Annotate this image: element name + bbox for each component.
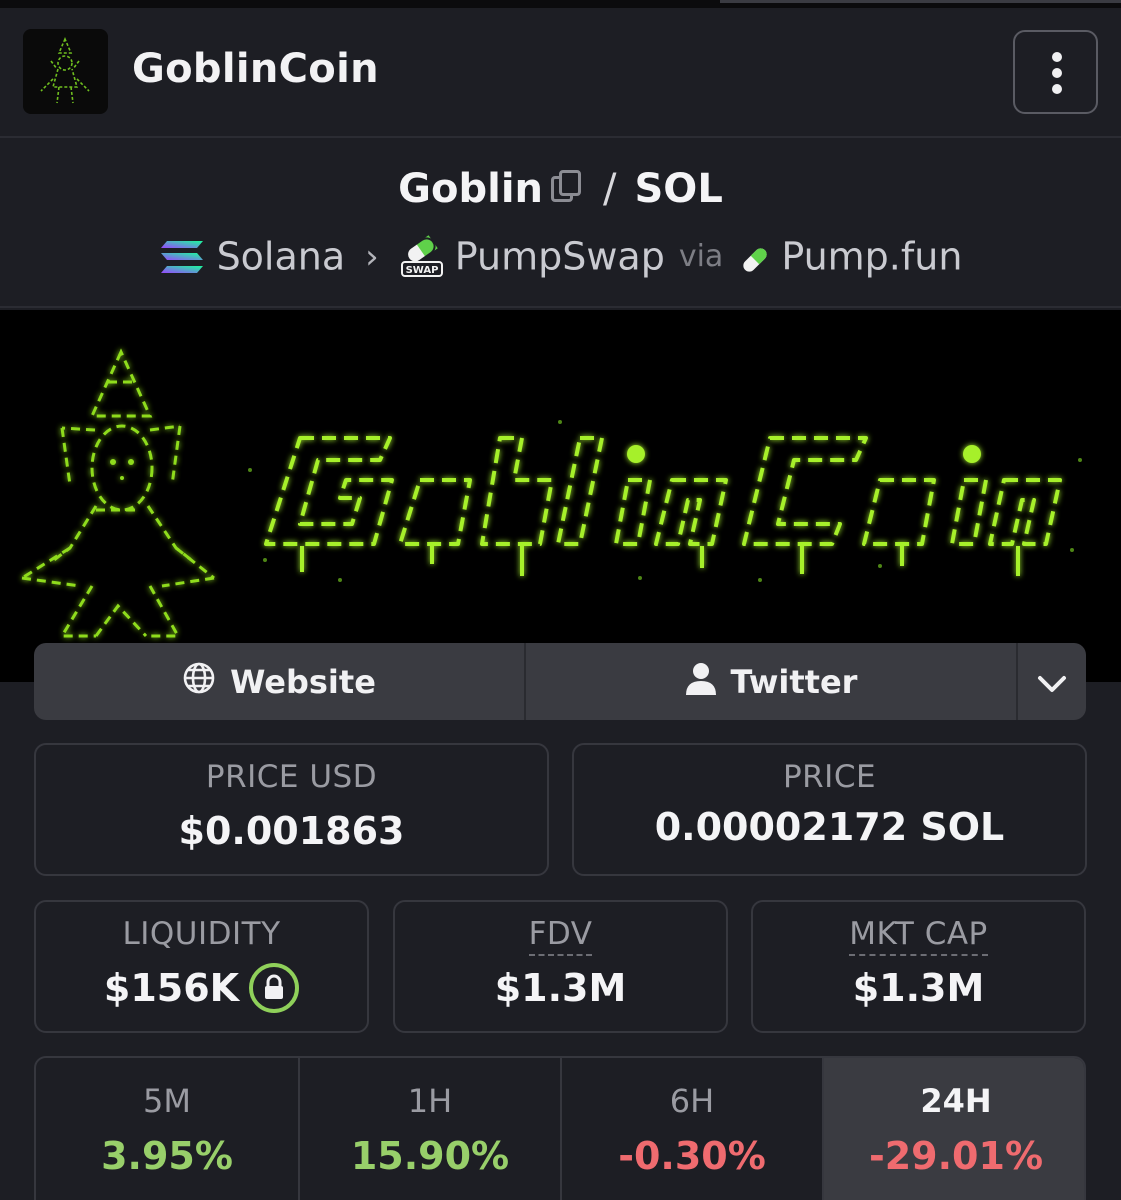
- price-usd-value: $0.001863: [178, 809, 405, 853]
- kebab-menu-icon: [1052, 52, 1062, 62]
- pair-info: Goblin / SOL Solana › SWAP PumpSwap via: [0, 140, 1121, 308]
- launchpad-link[interactable]: Pump.fun: [781, 235, 962, 279]
- price-usd-card: PRICE USD $0.001863: [34, 743, 549, 876]
- copy-icon[interactable]: [551, 170, 582, 204]
- mkt-cap-card[interactable]: MKT CAP $1.3M: [751, 900, 1086, 1033]
- fdv-label: FDV: [528, 916, 593, 956]
- price-change-tabs: 5M 3.95% 1H 15.90% 6H -0.30% 24H -29.01%: [34, 1056, 1086, 1200]
- fdv-card[interactable]: FDV $1.3M: [393, 900, 728, 1033]
- pair-separator: /: [603, 166, 617, 212]
- liquidity-value: $156K: [103, 966, 240, 1010]
- lock-icon[interactable]: [249, 962, 300, 1013]
- solana-icon: [159, 239, 205, 275]
- liquidity-card: LIQUIDITY $156K: [34, 900, 369, 1033]
- price-usd-label: PRICE USD: [205, 759, 378, 795]
- tab-change-value: 3.95%: [101, 1134, 233, 1178]
- token-banner: [0, 310, 1121, 682]
- chevron-right-icon: ›: [365, 236, 379, 277]
- header: GoblinCoin: [0, 8, 1121, 138]
- tab-change-value: -29.01%: [868, 1134, 1044, 1178]
- more-links-button[interactable]: [1018, 643, 1086, 720]
- price-native-card: PRICE 0.00002172 SOL: [572, 743, 1087, 876]
- pair-base: Goblin: [398, 166, 544, 212]
- mkt-cap-label: MKT CAP: [849, 916, 988, 956]
- dex-link[interactable]: PumpSwap: [455, 235, 665, 279]
- globe-icon: [182, 661, 216, 703]
- via-label: via: [678, 239, 724, 274]
- price-native-value: 0.00002172 SOL: [654, 805, 1005, 849]
- user-icon: [685, 661, 717, 703]
- swap-badge: SWAP: [405, 265, 438, 276]
- kebab-menu-button[interactable]: [1013, 30, 1098, 114]
- twitter-button[interactable]: Twitter: [526, 643, 1016, 720]
- goblin-logo-icon: [23, 29, 108, 114]
- tab-period-label: 1H: [407, 1082, 453, 1120]
- chain-link[interactable]: Solana: [217, 235, 346, 279]
- mkt-cap-value: $1.3M: [852, 966, 985, 1010]
- tab-change-value: 15.90%: [350, 1134, 510, 1178]
- fdv-value: $1.3M: [494, 966, 627, 1010]
- pumpswap-icon: SWAP: [399, 234, 445, 280]
- pumpfun-icon: [739, 241, 771, 273]
- tab-5m[interactable]: 5M 3.95%: [36, 1058, 298, 1200]
- website-label: Website: [230, 662, 376, 701]
- website-button[interactable]: Website: [34, 643, 524, 720]
- app-title: GoblinCoin: [132, 46, 379, 92]
- price-native-label: PRICE: [782, 759, 877, 795]
- social-links: Website Twitter: [34, 643, 1086, 720]
- goblincoin-banner-art: [21, 348, 1082, 638]
- tab-24h[interactable]: 24H -29.01%: [824, 1058, 1084, 1200]
- pair-quote: SOL: [634, 166, 723, 212]
- tab-period-label: 5M: [143, 1082, 191, 1120]
- twitter-label: Twitter: [730, 662, 858, 701]
- chevron-down-icon: [1037, 663, 1067, 701]
- tab-period-label: 6H: [669, 1082, 715, 1120]
- liquidity-label: LIQUIDITY: [122, 916, 281, 952]
- top-strip: [0, 0, 1121, 8]
- tab-change-value: -0.30%: [618, 1134, 766, 1178]
- tab-1h[interactable]: 1H 15.90%: [300, 1058, 560, 1200]
- tab-6h[interactable]: 6H -0.30%: [562, 1058, 822, 1200]
- tab-period-label: 24H: [920, 1082, 992, 1120]
